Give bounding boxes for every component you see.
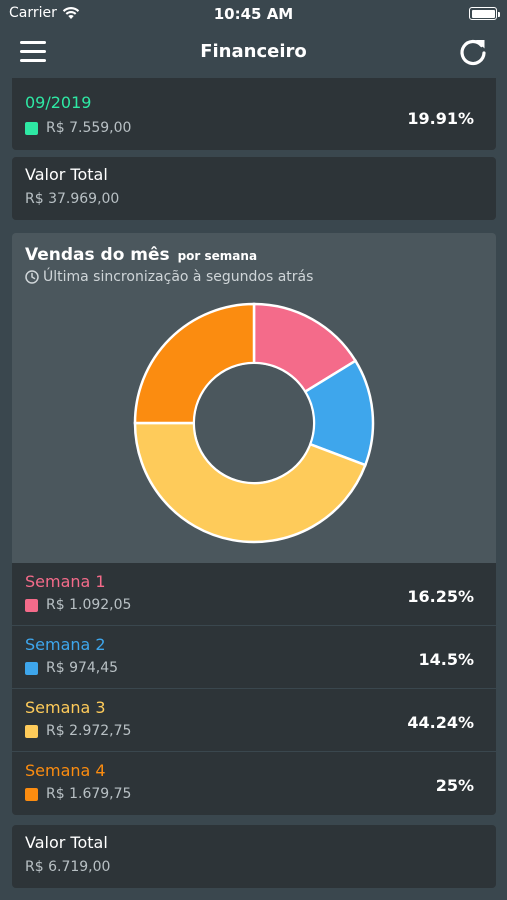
week-label: Semana 1 (25, 572, 106, 591)
week-percent: 16.25% (407, 587, 474, 606)
sync-text: Última sincronização à segundos atrás (43, 269, 314, 285)
total-label: Valor Total (25, 165, 108, 184)
page-title: Financeiro (200, 41, 307, 62)
week-label: Semana 4 (25, 761, 106, 780)
total-label: Valor Total (25, 833, 108, 852)
month-value: R$ 7.559,00 (25, 120, 131, 136)
week-value-text: R$ 2.972,75 (46, 723, 132, 739)
color-swatch (25, 787, 38, 801)
week-value: R$ 2.972,75 (25, 723, 131, 739)
week-label: Semana 3 (25, 698, 106, 717)
color-swatch (25, 724, 38, 738)
total-value: R$ 6.719,00 (25, 859, 111, 875)
week-row-4[interactable]: Semana 4 R$ 1.679,75 25% (12, 752, 496, 815)
nav-bar: Financeiro (0, 28, 507, 78)
week-list: Semana 1 R$ 1.092,05 16.25% Semana 2 R$ … (12, 563, 496, 815)
week-value: R$ 1.092,05 (25, 597, 131, 613)
color-swatch (25, 121, 38, 135)
month-value-text: R$ 7.559,00 (46, 120, 132, 136)
clock-icon (25, 270, 39, 284)
chart-subtitle: por semana (177, 249, 258, 263)
clock-time: 10:45 AM (213, 5, 294, 23)
week-percent: 14.5% (418, 650, 474, 669)
sync-status: Última sincronização à segundos atrás (25, 269, 313, 285)
total-card: Valor Total R$ 6.719,00 (12, 825, 496, 888)
week-row-3[interactable]: Semana 3 R$ 2.972,75 44.24% (12, 689, 496, 752)
total-card: Valor Total R$ 37.969,00 (12, 157, 496, 220)
donut-chart (133, 302, 375, 544)
week-row-1[interactable]: Semana 1 R$ 1.092,05 16.25% (12, 563, 496, 626)
month-item[interactable]: 09/2019 R$ 7.559,00 19.91% (12, 78, 496, 150)
week-row-2[interactable]: Semana 2 R$ 974,45 14.5% (12, 626, 496, 689)
battery-icon (469, 7, 500, 20)
week-percent: 44.24% (407, 713, 474, 732)
week-value-text: R$ 1.679,75 (46, 786, 132, 802)
chart-title: Vendas do mês por semana (25, 245, 257, 265)
refresh-icon[interactable] (457, 36, 489, 68)
week-value-text: R$ 974,45 (46, 660, 119, 676)
week-value: R$ 974,45 (25, 660, 118, 676)
week-label: Semana 2 (25, 635, 106, 654)
color-swatch (25, 598, 38, 612)
month-percent: 19.91% (407, 109, 474, 128)
donut-hole (195, 364, 313, 482)
color-swatch (25, 661, 38, 675)
week-value-text: R$ 1.092,05 (46, 597, 132, 613)
week-percent: 25% (435, 776, 474, 795)
chart-panel: Vendas do mês por semana Última sincroni… (12, 233, 496, 563)
status-bar: Carrier 10:45 AM (0, 0, 507, 28)
week-value: R$ 1.679,75 (25, 786, 131, 802)
total-value: R$ 37.969,00 (25, 191, 120, 207)
month-label: 09/2019 (25, 93, 92, 112)
chart-title-text: Vendas do mês (25, 245, 170, 265)
